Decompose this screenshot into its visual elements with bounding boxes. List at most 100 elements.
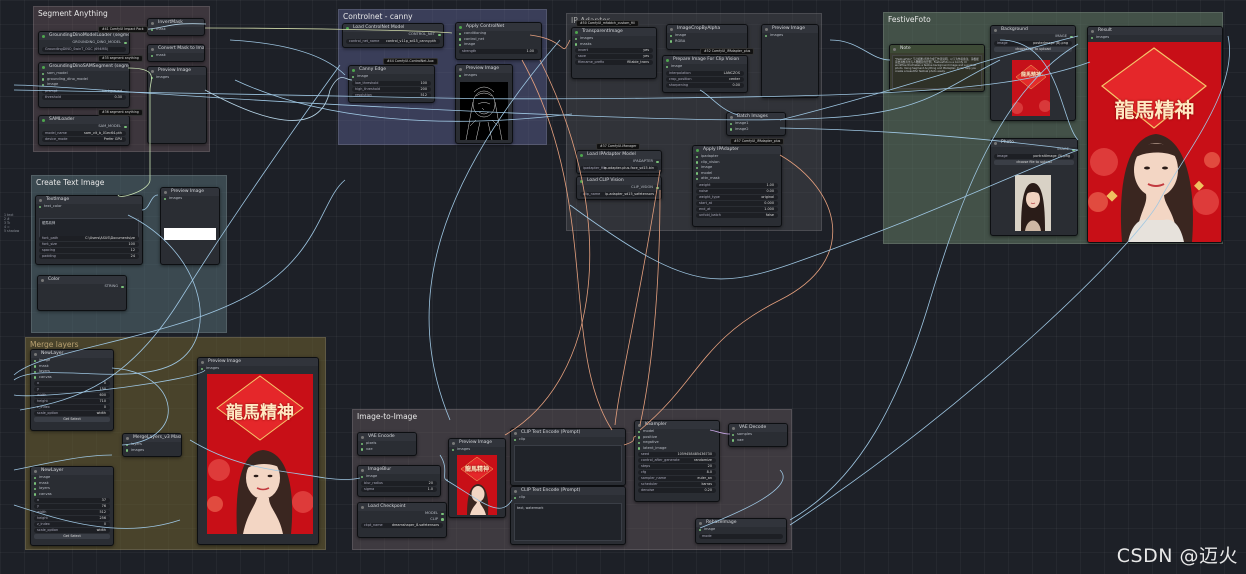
- y-field[interactable]: y 150: [34, 387, 110, 392]
- node-sam-loader[interactable]: SAMLoader SAM_MODEL model_name sam_vit_b_…: [38, 115, 130, 146]
- input-pin[interactable]: clip: [511, 437, 625, 443]
- spacing-field[interactable]: spacing 12: [39, 247, 139, 253]
- strength-slider[interactable]: strength 1.00: [459, 48, 538, 54]
- z-index-field[interactable]: z_index 0: [34, 522, 110, 527]
- sharpening-field[interactable]: sharpening 0.00: [666, 82, 744, 88]
- save-field[interactable]: save yes: [575, 54, 653, 59]
- scale-option-select[interactable]: scale_option width: [34, 411, 110, 416]
- z-index-field[interactable]: z_index 0: [34, 405, 110, 410]
- input-pin[interactable]: image: [358, 474, 440, 480]
- image-select[interactable]: image posterImage (8).png: [994, 40, 1072, 46]
- threshold-field[interactable]: threshold 0.30: [42, 94, 126, 100]
- node-grounding-dino-sam-segment[interactable]: GroundingDinoSAMSegment (segment anythin…: [38, 62, 130, 108]
- input-pin[interactable]: canvas: [31, 492, 113, 498]
- filename-prefix-field[interactable]: filename_prefix fillable_trans: [575, 60, 653, 65]
- input-pin[interactable]: text_color: [36, 204, 142, 210]
- node-invert-mask[interactable]: InvertMask mask: [147, 18, 205, 36]
- input-pin[interactable]: vae: [729, 438, 787, 444]
- output-pin[interactable]: SAM_MODEL: [39, 124, 129, 130]
- node-preview-image-text[interactable]: Preview Image images: [160, 187, 220, 265]
- node-rebase-image[interactable]: RebaseImage image mode: [695, 518, 787, 544]
- output-pin[interactable]: STRING: [38, 284, 126, 290]
- clip-name-select[interactable]: clip_name ip-adapter_sd15_safetensors: [580, 191, 658, 197]
- node-result[interactable]: Result images 龍馬精神: [1087, 26, 1223, 243]
- weight-field[interactable]: weight 1.00: [696, 182, 778, 188]
- input-pin[interactable]: images: [198, 366, 318, 372]
- width-field[interactable]: width 600: [34, 393, 110, 398]
- input-pin[interactable]: latent_image: [635, 446, 719, 452]
- input-pin[interactable]: images: [1088, 35, 1222, 41]
- node-preview-image-i2i[interactable]: Preview Image images 龍馬精神: [448, 438, 506, 518]
- crop-position-select[interactable]: crop_position center: [666, 76, 744, 82]
- node-transparent-image[interactable]: TransparentImage images masks invert yes …: [571, 27, 657, 79]
- node-canny-edge[interactable]: Canny Edge image low_threshold 100 high_t…: [348, 65, 435, 103]
- seed-field[interactable]: seed 1059458485436730: [638, 452, 716, 457]
- node-color[interactable]: Color STRING: [37, 275, 127, 311]
- end-at-field[interactable]: end_at 1.000: [696, 206, 778, 212]
- output-pin[interactable]: CLIP_VISION: [577, 185, 661, 191]
- input-pin[interactable]: image: [349, 74, 434, 80]
- input-pin[interactable]: images: [148, 75, 206, 81]
- input-pin[interactable]: images: [456, 73, 512, 79]
- input-pin[interactable]: image2: [727, 127, 785, 133]
- input-pin[interactable]: RGBA: [667, 39, 747, 45]
- input-pin[interactable]: vae: [358, 447, 416, 453]
- node-text-image[interactable]: TextImage text_color 龍馬精神 font_path C:\Us…: [35, 195, 143, 265]
- controlnet-name-select[interactable]: control_net_name control_v11p_sd15_canny.…: [346, 38, 440, 44]
- scheduler-select[interactable]: scheduler karras: [638, 482, 716, 487]
- cfg-field[interactable]: cfg 8.0: [638, 470, 716, 475]
- get-select-button[interactable]: Get Select: [34, 534, 110, 539]
- node-preview-image-merge[interactable]: Preview Image images 龍馬精神: [197, 357, 319, 545]
- output-pin[interactable]: CLIP: [358, 517, 446, 523]
- node-apply-controlnet[interactable]: Apply ControlNet conditioning control_ne…: [455, 22, 542, 60]
- node-new-layer-1[interactable]: NewLayer image mask layers canvas x0 y 15…: [30, 349, 114, 431]
- sigma-field[interactable]: sigma 1.0: [361, 486, 437, 492]
- input-pin[interactable]: image: [663, 64, 747, 70]
- upload-button[interactable]: choose file to upload: [994, 159, 1074, 165]
- ckpt-name-select[interactable]: ckpt_name dreamshaper_8.safetensors: [361, 523, 443, 528]
- node-preview-image-canny[interactable]: Preview Image images: [455, 64, 513, 144]
- input-pin[interactable]: mask: [148, 53, 204, 59]
- node-note[interactable]: Note "FestiveFoto" 节日相框/背景合成工作流说明。以下为作者备…: [889, 44, 985, 92]
- weight-type-select[interactable]: weight_type original: [696, 194, 778, 200]
- get-select-button[interactable]: Get Select: [34, 417, 110, 422]
- x-field[interactable]: x0: [34, 381, 110, 386]
- ipadapter-file-select[interactable]: ipadapter_file ip-adapter-plus-face_sd15.…: [580, 165, 658, 171]
- node-vae-decode[interactable]: VAE Decode samples vae: [728, 423, 788, 447]
- node-grounding-dino-loader[interactable]: GroundingDinoModelLoader (segment anythi…: [38, 31, 130, 55]
- output-pin[interactable]: CONTROL_NET: [343, 32, 443, 38]
- node-prep-image-clip-vision[interactable]: Prepare Image For Clip Vision image inte…: [662, 55, 748, 93]
- input-pin[interactable]: images: [161, 196, 219, 202]
- input-pin[interactable]: clip: [511, 495, 625, 501]
- node-batch-images[interactable]: Batch Images image1 image2: [726, 112, 786, 136]
- model-select[interactable]: GroundingDINO_SwinT_OGC (694MB): [42, 46, 126, 52]
- node-new-layer-2[interactable]: NewLayer image mask layers canvas x 37 y7…: [30, 466, 114, 546]
- start-at-field[interactable]: start_at 0.000: [696, 200, 778, 206]
- negative-prompt-input[interactable]: text, watermark: [514, 503, 622, 541]
- node-preview-image-segment[interactable]: Preview Image images: [147, 66, 207, 144]
- unfold-batch-toggle[interactable]: unfold_batch false: [696, 212, 778, 218]
- font-path-field[interactable]: font_path C:\Users\ASUS\Documents\ze: [39, 235, 139, 241]
- image-select[interactable]: image portraitImage (5).png: [994, 153, 1074, 159]
- output-pin[interactable]: GROUNDING_DINO_MODEL: [39, 40, 129, 46]
- blur-radius-field[interactable]: blur_radius 20: [361, 480, 437, 486]
- node-clip-text-encode-positive[interactable]: CLIP Text Encode (Prompt) clip: [510, 428, 626, 486]
- x-field[interactable]: x 37: [34, 498, 110, 503]
- mode-field[interactable]: mode: [699, 533, 783, 539]
- input-pin[interactable]: images: [762, 33, 818, 39]
- output-pin[interactable]: IMAGE: [991, 147, 1077, 153]
- input-pin[interactable]: image: [696, 527, 786, 533]
- noise-field[interactable]: noise 0.00: [696, 188, 778, 194]
- prompt-field[interactable]: prompt background: [42, 88, 126, 94]
- height-field[interactable]: height 710: [34, 399, 110, 404]
- high-threshold-field[interactable]: high_threshold 200: [352, 86, 431, 92]
- output-pin[interactable]: IMAGE: [991, 34, 1075, 40]
- padding-field[interactable]: padding 24: [39, 253, 139, 259]
- node-clip-text-encode-negative[interactable]: CLIP Text Encode (Prompt) clip text, wat…: [510, 486, 626, 545]
- resolution-field[interactable]: resolution 512: [352, 92, 431, 98]
- node-apply-ipadapter[interactable]: Apply IPAdapter ipadapter clip_vision im…: [692, 145, 782, 227]
- node-convert-mask-to-image[interactable]: Convert Mask to Image mask: [147, 44, 205, 62]
- node-image-crop-by-alpha[interactable]: ImageCropByAlpha image RGBA: [666, 24, 748, 50]
- font-size-field[interactable]: font_size 100: [39, 241, 139, 247]
- node-load-checkpoint[interactable]: Load Checkpoint MODEL CLIP ckpt_name drea…: [357, 502, 447, 538]
